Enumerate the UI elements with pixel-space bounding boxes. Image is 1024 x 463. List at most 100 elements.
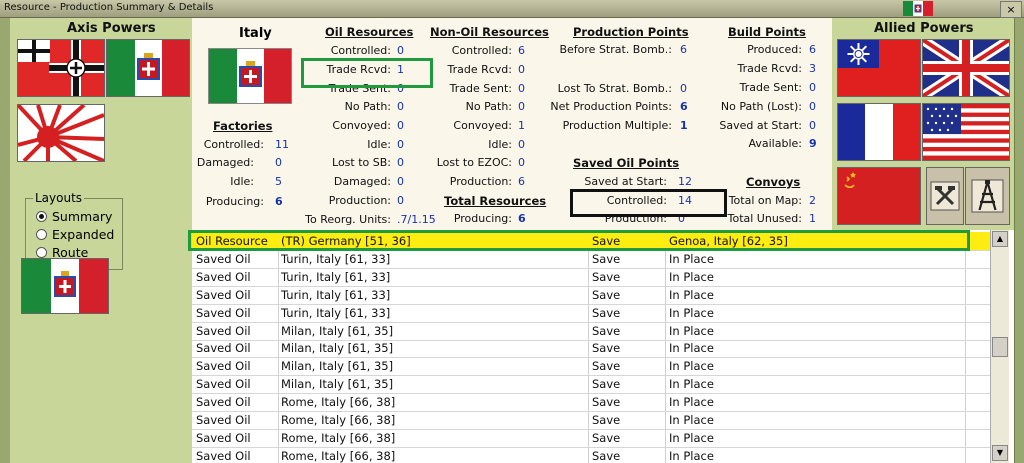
layout-summary-radio[interactable]: Summary: [36, 209, 112, 224]
table-row[interactable]: Saved Oil Turin, Italy [61, 33] Save In Pla…: [192, 286, 990, 305]
uk-flag-icon[interactable]: [922, 39, 1010, 97]
table-row[interactable]: Saved Oil Milan, Italy [61, 35] Save In Pla…: [192, 322, 990, 341]
oil-idle-value: 0: [397, 138, 404, 151]
row-type-cell: Saved Oil: [196, 359, 251, 374]
axis-powers-header: Axis Powers: [67, 21, 156, 36]
net-production-value: 6: [680, 100, 688, 113]
nonoil-idle-value: 0: [518, 138, 525, 151]
oil-resources-header: Oil Resources: [325, 25, 414, 39]
table-scrollbar[interactable]: ▲ ▼: [990, 230, 1009, 463]
non-oil-resources-header: Non-Oil Resources: [430, 25, 549, 39]
china-flag-icon[interactable]: [837, 39, 921, 97]
row-action-cell: Save: [592, 430, 621, 445]
build-produced-value: 6: [809, 43, 816, 56]
before-strat-bomb-value: 6: [680, 43, 687, 56]
factories-controlled-label: Controlled:: [203, 138, 264, 151]
saved-oil-production-value: 0: [678, 212, 685, 225]
row-type-cell: Oil Resource: [196, 234, 268, 248]
convoys-header: Convoys: [746, 175, 801, 189]
row-location-cell: Milan, Italy [61, 35]: [281, 341, 394, 356]
convoys-unused-value: 1: [809, 212, 816, 225]
oil-controlled-value: 0: [397, 44, 404, 57]
nonoil-trade-rcvd-value: 0: [518, 63, 525, 76]
right-frame: [1014, 18, 1024, 463]
row-destination-cell: In Place: [669, 448, 714, 463]
oil-lost-sb-label: Lost to SB:: [332, 156, 391, 169]
row-action-cell: Save: [592, 323, 621, 338]
layout-summary-label: Summary: [52, 209, 113, 224]
radio-icon: [36, 247, 47, 258]
nonoil-idle-label: Idle:: [488, 138, 512, 151]
table-row[interactable]: Saved Oil Rome, Italy [66, 38] Save In Plac…: [192, 429, 990, 448]
oil-damaged-label: Damaged:: [333, 175, 391, 188]
table-row[interactable]: Saved Oil Rome, Italy [66, 38] Save In Plac…: [192, 393, 990, 413]
table-row[interactable]: Saved Oil Turin, Italy [61, 33] Save In Pla…: [192, 268, 990, 287]
oil-derrick-icon[interactable]: [965, 167, 1010, 225]
italy-flag-small-icon: [21, 258, 109, 314]
row-location-cell: Milan, Italy [61, 35]: [281, 377, 394, 392]
row-action-cell: Save: [592, 287, 621, 302]
scroll-down-arrow-icon[interactable]: ▼: [992, 445, 1008, 461]
table-row[interactable]: Saved Oil Milan, Italy [61, 35] Save In Pla…: [192, 339, 990, 359]
row-destination-cell: In Place: [669, 395, 714, 410]
nonoil-trade-sent-value: 0: [518, 82, 525, 95]
resource-table[interactable]: Oil Resource (TR) Germany [51, 36] Save Gen…: [192, 230, 1014, 463]
oil-trade-sent-label: Trade Sent:: [328, 82, 391, 95]
layout-expanded-radio[interactable]: Expanded: [36, 227, 114, 242]
window-title: Resource - Production Summary & Details: [4, 2, 214, 13]
table-row[interactable]: Saved Oil Turin, Italy [61, 33] Save In Pla…: [192, 304, 990, 323]
convoys-on-map-value: 2: [809, 194, 816, 207]
table-row[interactable]: Saved Oil Rome, Italy [66, 38] Save In Plac…: [192, 411, 990, 430]
scroll-thumb[interactable]: [992, 337, 1008, 357]
saved-oil-header: Saved Oil Points: [573, 156, 680, 170]
build-trade-sent-value: 0: [809, 81, 816, 94]
total-resources-header: Total Resources: [444, 194, 547, 208]
net-production-label: Net Production Points:: [550, 100, 672, 113]
nonoil-production-value: 6: [518, 175, 525, 188]
nonoil-trade-rcvd-label: Trade Rcvd:: [447, 63, 512, 76]
nonoil-lost-ezoc-value: 0: [518, 156, 525, 169]
saved-oil-production-label: Production:: [604, 212, 667, 225]
row-type-cell: Saved Oil: [196, 341, 251, 356]
oil-no-path-value: 0: [397, 100, 404, 113]
row-destination-cell: In Place: [669, 287, 714, 302]
close-button[interactable]: ×: [1000, 1, 1022, 18]
germany-flag-icon[interactable]: [17, 39, 105, 97]
france-flag-icon[interactable]: [837, 103, 921, 161]
row-type-cell: Saved Oil: [196, 269, 251, 284]
ussr-flag-icon[interactable]: [837, 167, 921, 225]
country-name: Italy: [239, 26, 272, 41]
mine-icon[interactable]: [926, 167, 964, 225]
build-available-label: Available:: [748, 137, 803, 150]
row-location-cell: Rome, Italy [66, 38]: [281, 448, 396, 463]
row-type-cell: Saved Oil: [196, 448, 251, 463]
table-row[interactable]: Saved Oil Rome, Italy [66, 38] Save In Plac…: [192, 447, 990, 463]
axis-panel: Axis Powers Layouts Summary Expanded Rou…: [10, 18, 192, 463]
factories-header: Factories: [213, 119, 273, 133]
allied-panel: Allied Powers: [832, 18, 1014, 230]
oil-trade-rcvd-label: Trade Rcvd:: [326, 63, 391, 76]
row-location-cell: Rome, Italy [66, 38]: [281, 430, 396, 445]
usa-flag-icon[interactable]: [922, 103, 1010, 161]
table-row[interactable]: Oil Resource (TR) Germany [51, 36] Save Gen…: [192, 232, 990, 251]
saved-oil-start-label: Saved at Start:: [584, 175, 667, 188]
scroll-up-arrow-icon[interactable]: ▲: [992, 231, 1008, 247]
table-row[interactable]: Saved Oil Turin, Italy [61, 33] Save In Pla…: [192, 250, 990, 269]
italy-flag-icon[interactable]: [106, 39, 190, 97]
row-destination-cell: In Place: [669, 323, 714, 338]
table-row[interactable]: Saved Oil Milan, Italy [61, 35] Save In Pla…: [192, 357, 990, 377]
row-destination-cell: In Place: [669, 430, 714, 445]
row-type-cell: Saved Oil: [196, 251, 251, 266]
table-row[interactable]: Saved Oil Milan, Italy [61, 35] Save In Pla…: [192, 375, 990, 395]
oil-damaged-value: 0: [397, 175, 404, 188]
row-action-cell: Save: [592, 448, 621, 463]
italy-flag-icon: [903, 1, 933, 16]
row-location-cell: Milan, Italy [61, 35]: [281, 323, 394, 338]
row-type-cell: Saved Oil: [196, 287, 251, 302]
row-location-cell: Turin, Italy [61, 33]: [281, 269, 391, 284]
row-action-cell: Save: [592, 359, 621, 374]
layout-expanded-label: Expanded: [52, 227, 115, 242]
nonoil-trade-sent-label: Trade Sent:: [449, 82, 512, 95]
build-trade-sent-label: Trade Sent:: [739, 81, 802, 94]
japan-flag-icon[interactable]: [17, 104, 105, 162]
